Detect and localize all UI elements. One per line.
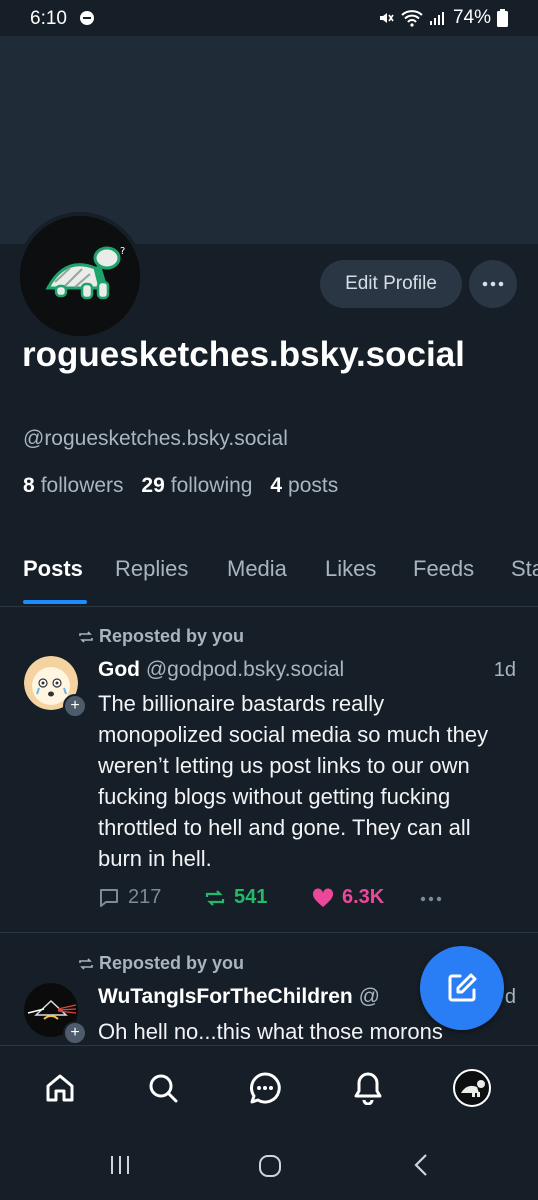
tab-starter-packs[interactable]: Sta <box>511 556 538 582</box>
followers-count: 8 <box>23 474 35 497</box>
back-icon <box>414 1154 427 1176</box>
profile-handle: @roguesketches.bsky.social <box>23 427 288 450</box>
chat-icon <box>249 1072 281 1104</box>
post-age: d <box>504 986 516 1008</box>
battery-icon <box>497 9 508 27</box>
posts-stat: 4 posts <box>270 474 338 497</box>
repost-label: Reposted by you <box>99 626 245 646</box>
profile-stats: 8 followers 29 following 4 posts <box>23 474 338 498</box>
ellipsis-icon <box>420 896 442 902</box>
mute-icon <box>379 13 394 23</box>
feed-post[interactable]: Reposted by you + God @godpod.bsky.socia… <box>0 606 538 933</box>
turtle-avatar-image: ? <box>20 216 140 336</box>
post-author[interactable]: God @godpod.bsky.social <box>98 658 344 682</box>
repost-indicator: Reposted by you <box>78 953 244 974</box>
nav-profile[interactable] <box>452 1068 492 1108</box>
post-age: 1d <box>493 659 516 681</box>
svg-text:?: ? <box>120 246 125 257</box>
system-navigation <box>0 1131 538 1200</box>
following-link[interactable]: 29 following <box>141 474 252 497</box>
nav-search[interactable] <box>143 1068 183 1108</box>
recents-icon <box>111 1156 129 1174</box>
profile-tabs: Posts Replies Media Likes Feeds Sta <box>0 552 538 607</box>
home-button[interactable] <box>257 1153 283 1184</box>
reply-button[interactable]: 217 <box>98 886 161 909</box>
reply-count: 217 <box>128 886 162 908</box>
author-handle: @godpod.bsky.social <box>145 658 345 681</box>
back-button[interactable] <box>410 1153 434 1182</box>
repost-icon <box>79 630 93 643</box>
active-tab-indicator <box>23 600 87 604</box>
bottom-navigation <box>0 1045 538 1131</box>
repost-label: Reposted by you <box>99 953 245 973</box>
follow-plus-badge[interactable]: + <box>63 694 87 718</box>
heart-icon <box>312 887 334 907</box>
home-circle-icon <box>259 1155 281 1177</box>
wifi-icon <box>401 10 423 27</box>
author-handle: @ <box>358 985 380 1008</box>
more-options-button[interactable] <box>469 260 517 308</box>
ellipsis-icon <box>482 281 504 287</box>
like-count: 6.3K <box>342 886 385 908</box>
author-name: WuTangIsForTheChildren <box>98 985 353 1008</box>
nav-notifications[interactable] <box>348 1068 388 1108</box>
profile-avatar[interactable]: ? <box>16 212 144 340</box>
author-name: God <box>98 658 140 681</box>
recent-apps-button[interactable] <box>108 1153 132 1182</box>
tab-media[interactable]: Media <box>227 556 287 582</box>
post-more-button[interactable] <box>420 896 442 902</box>
search-icon <box>149 1074 178 1103</box>
tab-feeds[interactable]: Feeds <box>413 556 474 582</box>
repost-icon <box>79 957 93 970</box>
compose-icon <box>448 973 477 1002</box>
following-label: following <box>170 474 253 497</box>
nav-home[interactable] <box>40 1068 80 1108</box>
status-time: 6:10 <box>30 8 67 29</box>
tab-replies[interactable]: Replies <box>115 556 188 582</box>
signal-icon <box>429 12 444 25</box>
repost-button[interactable]: 541 <box>204 886 267 909</box>
followers-label: followers <box>40 474 124 497</box>
tab-posts[interactable]: Posts <box>23 556 83 582</box>
posts-count: 4 <box>270 474 283 497</box>
tab-likes[interactable]: Likes <box>325 556 376 582</box>
status-bar: 6:10 74% <box>0 0 538 36</box>
like-button[interactable]: 6.3K <box>312 886 384 909</box>
home-icon <box>46 1074 74 1102</box>
edit-profile-button[interactable]: Edit Profile <box>320 260 462 308</box>
bell-icon <box>354 1072 382 1105</box>
reply-icon <box>100 888 118 907</box>
profile-display-name: roguesketches.bsky.social <box>22 335 465 374</box>
following-count: 29 <box>141 474 165 497</box>
repost-indicator: Reposted by you <box>78 626 244 647</box>
repost-count: 541 <box>234 886 268 908</box>
compose-button[interactable] <box>420 946 504 1030</box>
profile-avatar <box>453 1069 491 1107</box>
repost-icon <box>205 889 225 906</box>
post-author[interactable]: WuTangIsForTheChildren @ <box>98 985 380 1009</box>
followers-link[interactable]: 8 followers <box>23 474 124 497</box>
do-not-disturb-icon <box>80 11 94 25</box>
follow-plus-badge[interactable]: + <box>63 1021 87 1045</box>
battery-percent: 74% <box>452 7 491 28</box>
post-text: The billionaire bastards really monopoli… <box>98 691 489 871</box>
status-right: 74% <box>377 7 508 29</box>
nav-chat[interactable] <box>245 1068 285 1108</box>
posts-label: posts <box>288 474 339 497</box>
